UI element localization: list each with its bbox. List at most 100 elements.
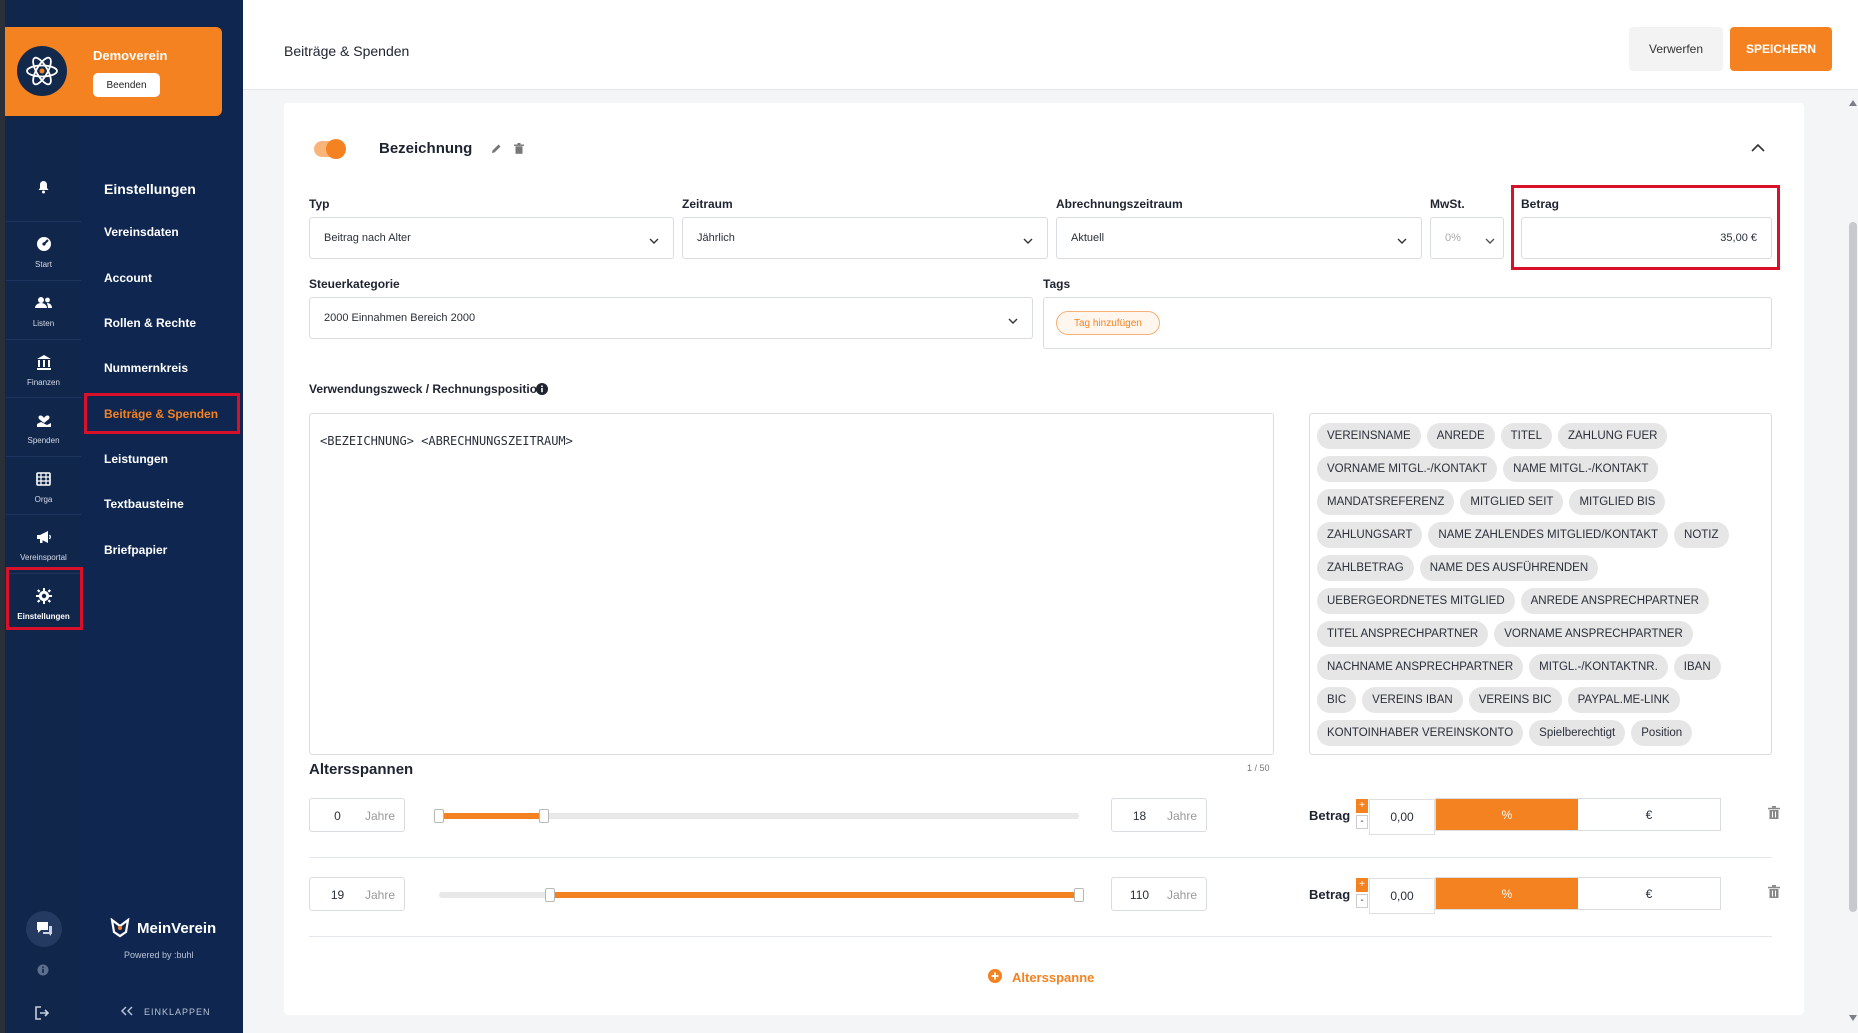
placeholder-chip[interactable]: VEREINS BIC [1468, 687, 1562, 713]
decrement-button[interactable]: - [1356, 894, 1368, 908]
trash-icon[interactable] [1768, 806, 1780, 824]
nav-item-leistungen[interactable]: Leistungen [104, 452, 168, 466]
discard-button[interactable]: Verwerfen [1629, 27, 1723, 71]
abrechnungszeitraum-select[interactable]: Aktuell [1056, 217, 1422, 259]
placeholder-chip[interactable]: ZAHLUNGSART [1317, 522, 1423, 548]
slider-handle-from[interactable] [544, 888, 555, 902]
nav-item-beitraege-spenden[interactable]: Beiträge & Spenden [104, 407, 218, 421]
typ-select[interactable]: Beitrag nach Alter [309, 217, 674, 259]
euro-option[interactable]: € [1578, 878, 1720, 909]
placeholder-chip[interactable]: TITEL ANSPRECHPARTNER [1317, 621, 1489, 647]
placeholder-chip[interactable]: MITGLIED SEIT [1460, 489, 1564, 515]
amount-input[interactable]: 0,00 [1369, 799, 1435, 835]
placeholder-chip[interactable]: Position [1631, 720, 1693, 746]
zeitraum-select[interactable]: Jährlich [682, 217, 1048, 259]
increment-button[interactable]: + [1356, 878, 1368, 892]
decrement-button[interactable]: - [1356, 815, 1368, 829]
age-slider[interactable] [439, 888, 1084, 902]
percent-option[interactable]: % [1436, 799, 1578, 830]
atom-icon [26, 56, 58, 86]
scroll-down-icon[interactable] [1849, 1015, 1857, 1021]
icon-rail: Start Listen Finanzen Spenden Orga Verei… [0, 0, 81, 1033]
placeholder-chip[interactable]: MITGLIED BIS [1569, 489, 1666, 515]
add-tag-button[interactable]: Tag hinzufügen [1056, 311, 1160, 335]
nav-item-rollen-rechte[interactable]: Rollen & Rechte [104, 316, 196, 330]
pencil-icon[interactable] [491, 143, 502, 154]
placeholder-chip[interactable]: NAME DES AUSFÜHRENDEN [1419, 555, 1599, 581]
placeholder-chip[interactable]: PAYPAL.ME-LINK [1567, 687, 1680, 713]
placeholder-chip[interactable]: NACHNAME ANSPRECHPARTNER [1317, 654, 1524, 680]
collapse-nav-button[interactable]: EINKLAPPEN [120, 1006, 211, 1018]
scrollbar-thumb[interactable] [1849, 222, 1857, 912]
rail-item-vereinsportal[interactable]: Vereinsportal [6, 514, 81, 572]
placeholder-chip[interactable]: VEREINSNAME [1317, 423, 1421, 449]
info-icon[interactable] [536, 382, 548, 400]
placeholder-chip[interactable]: IBAN [1673, 654, 1721, 680]
placeholder-chip[interactable]: VEREINS IBAN [1362, 687, 1463, 713]
amount-stepper: + - [1356, 799, 1368, 829]
amount-input[interactable]: 0,00 [1369, 878, 1435, 914]
placeholder-chip[interactable]: UEBERGEORDNETES MITGLIED [1317, 588, 1515, 614]
slider-handle-to[interactable] [1074, 888, 1084, 902]
steuerkategorie-select[interactable]: 2000 Einnahmen Bereich 2000 [309, 297, 1033, 339]
rail-item-spenden[interactable]: Spenden [6, 397, 81, 455]
placeholder-chip[interactable]: MITGL.-/KONTAKTNR. [1529, 654, 1668, 680]
nav-item-briefpapier[interactable]: Briefpapier [104, 543, 167, 557]
euro-option[interactable]: € [1578, 799, 1720, 830]
placeholder-chip[interactable]: KONTOINHABER VEREINSKONTO [1317, 720, 1524, 746]
placeholder-chip[interactable]: BIC [1317, 687, 1357, 713]
placeholder-chip[interactable]: NOTIZ [1674, 522, 1729, 548]
nav-item-account[interactable]: Account [104, 271, 152, 285]
increment-button[interactable]: + [1356, 799, 1368, 813]
slider-handle-from[interactable] [434, 809, 444, 823]
placeholder-chip[interactable]: ZAHLBETRAG [1317, 555, 1414, 581]
settings-nav [81, 0, 243, 1033]
chat-button[interactable] [6, 899, 81, 959]
placeholder-chip[interactable]: ANREDE ANSPRECHPARTNER [1520, 588, 1709, 614]
age-slider[interactable] [434, 809, 1079, 823]
placeholder-chip[interactable]: NAME MITGL.-/KONTAKT [1503, 456, 1659, 482]
purpose-textarea[interactable]: <BEZEICHNUNG> <ABRECHNUNGSZEITRAUM> [309, 413, 1274, 755]
rail-item-start[interactable]: Start [6, 221, 81, 279]
scroll-up-icon[interactable] [1849, 100, 1857, 106]
rail-item-finanzen[interactable]: Finanzen [6, 339, 81, 397]
placeholder-chip[interactable]: MANDATSREFERENZ [1317, 489, 1455, 515]
scrollbar[interactable] [1848, 100, 1858, 1033]
placeholder-chip[interactable]: VORNAME ANSPRECHPARTNER [1494, 621, 1693, 647]
logout-icon[interactable] [35, 1006, 50, 1025]
active-toggle[interactable] [314, 139, 346, 159]
placeholder-chip[interactable]: NAME ZAHLENDES MITGLIED/KONTAKT [1428, 522, 1669, 548]
nav-item-textbausteine[interactable]: Textbausteine [104, 497, 184, 511]
age-from-input[interactable]: 0 Jahre [309, 798, 405, 832]
rail-item-notifications[interactable] [6, 158, 81, 216]
age-from-value: 19 [330, 888, 345, 902]
rail-item-einstellungen[interactable]: Einstellungen [6, 573, 81, 631]
rail-item-orga[interactable]: Orga [6, 456, 81, 514]
age-from-input[interactable]: 19 Jahre [309, 877, 405, 911]
info-icon[interactable] [37, 963, 49, 981]
age-unit: Jahre [365, 888, 396, 902]
age-to-input[interactable]: 110 Jahre [1111, 877, 1207, 911]
placeholder-chip[interactable]: ANREDE [1426, 423, 1495, 449]
chevron-up-icon[interactable] [1751, 143, 1765, 152]
slider-handle-to[interactable] [538, 809, 549, 823]
placeholder-chip[interactable]: TITEL [1500, 423, 1552, 449]
rail-item-listen[interactable]: Listen [6, 280, 81, 338]
age-to-value: 110 [1129, 888, 1150, 902]
trash-icon[interactable] [1768, 885, 1780, 903]
save-button[interactable]: SPEICHERN [1730, 27, 1832, 71]
placeholder-chip[interactable]: VORNAME MITGL.-/KONTAKT [1317, 456, 1498, 482]
age-to-input[interactable]: 18 Jahre [1111, 798, 1207, 832]
placeholder-chip[interactable]: Spielberechtigt [1529, 720, 1626, 746]
end-session-button[interactable]: Beenden [93, 73, 160, 97]
nav-item-vereinsdaten[interactable]: Vereinsdaten [104, 225, 179, 239]
nav-item-nummernkreis[interactable]: Nummernkreis [104, 361, 188, 375]
page-title: Beiträge & Spenden [284, 43, 410, 59]
betrag-input[interactable]: 35,00 € [1521, 217, 1772, 259]
placeholder-chip[interactable]: ZAHLUNG FUER [1557, 423, 1668, 449]
trash-icon[interactable] [514, 143, 524, 154]
percent-option[interactable]: % [1436, 878, 1578, 909]
add-age-range-button[interactable]: Altersspanne [988, 969, 1094, 986]
mwst-select[interactable]: 0% [1430, 217, 1504, 259]
row-betrag-label: Betrag [1309, 887, 1351, 902]
